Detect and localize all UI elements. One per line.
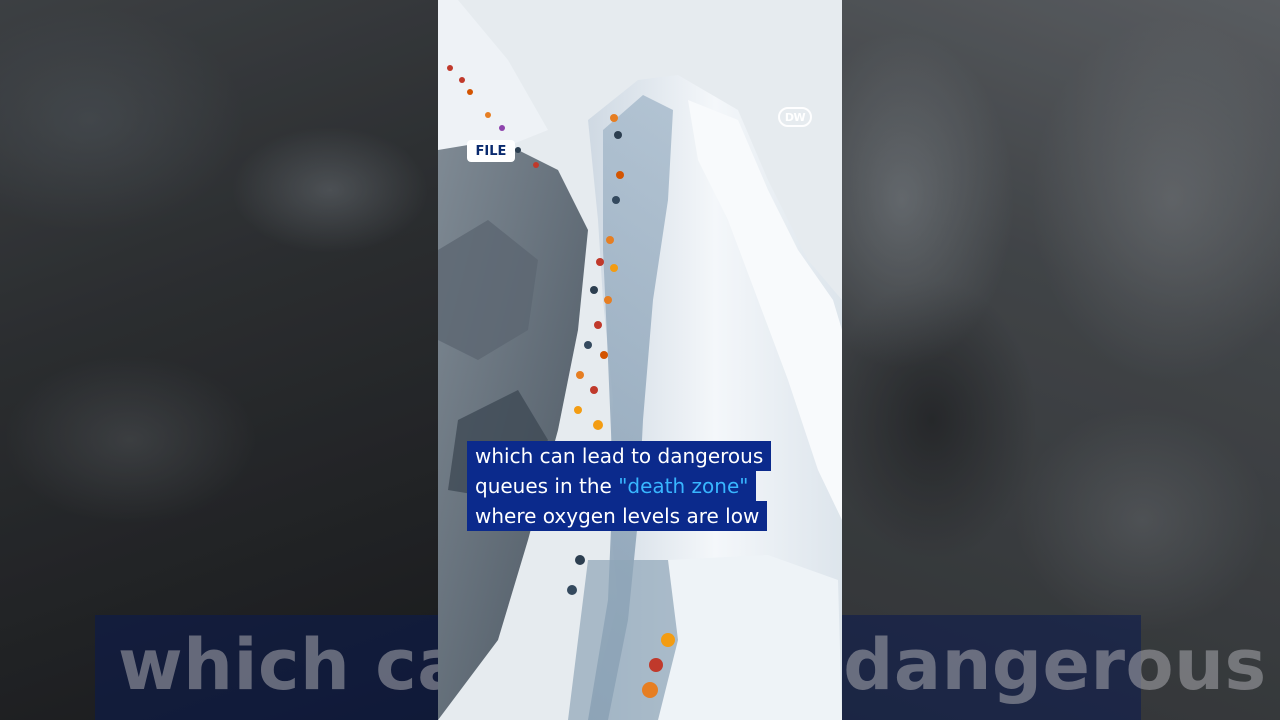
blurred-backdrop-left (0, 0, 438, 720)
file-footage-badge: FILE (467, 140, 515, 162)
subtitle-caption: which can lead to dangerous queues in th… (467, 441, 772, 531)
caption-line-2: queues in the "death zone" (467, 471, 757, 501)
video-frame: which can lead to dangerous (0, 0, 1280, 720)
caption-line-2-prefix: queues in the (475, 474, 619, 498)
caption-line-3: where oxygen levels are low (467, 501, 768, 531)
blurred-backdrop-right (842, 0, 1280, 720)
caption-line-1: which can lead to dangerous (467, 441, 772, 471)
caption-highlight: "death zone" (618, 474, 749, 498)
dw-logo: DW (778, 107, 812, 127)
